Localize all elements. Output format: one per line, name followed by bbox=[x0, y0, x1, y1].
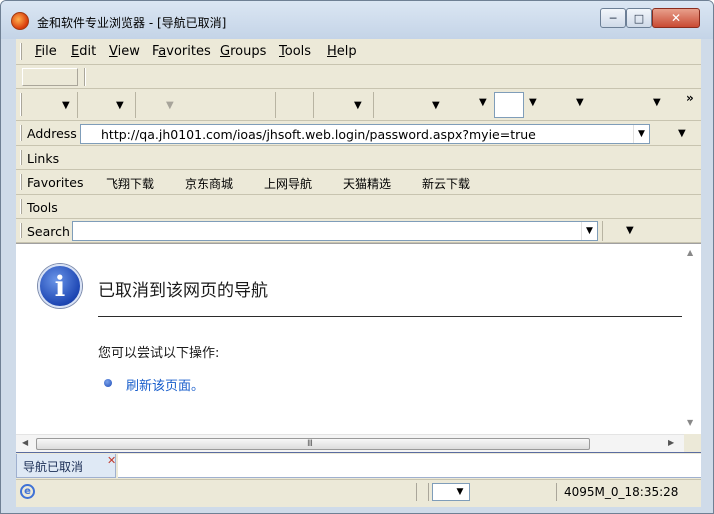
address-input[interactable]: http://qa.jh0101.com/ioas/jhsoft.web.log… bbox=[80, 124, 650, 144]
dropdown-arrow-icon: ▼ bbox=[432, 100, 440, 111]
address-url: http://qa.jh0101.com/ioas/jhsoft.web.log… bbox=[101, 127, 536, 142]
dropdown-arrow-icon: ▼ bbox=[166, 100, 174, 111]
toolbar-grip[interactable] bbox=[20, 223, 22, 238]
bullet-icon bbox=[104, 379, 112, 387]
menu-tools[interactable]: Tools bbox=[279, 44, 311, 59]
menu-file[interactable]: File bbox=[35, 44, 57, 59]
favorite-link-feixiang[interactable]: 飞翔下载 bbox=[106, 175, 154, 192]
toolbar-button-blank[interactable] bbox=[276, 92, 314, 118]
status-separator bbox=[428, 483, 429, 501]
address-history-dropdown-icon[interactable]: ▼ bbox=[633, 125, 649, 143]
minimize-button[interactable]: ─ bbox=[600, 8, 626, 28]
tab-navigation-cancelled[interactable]: 导航已取消 ✕ bbox=[16, 454, 116, 478]
status-bar: e ▼ 4095M_0_18:35:28 bbox=[16, 479, 701, 503]
toolbar-dropdown-3[interactable]: ▼ bbox=[136, 92, 276, 118]
favorites-bar: Favorites 飞翔下载 京东商城 上网导航 天猫精选 新云下载 bbox=[16, 170, 701, 195]
status-separator bbox=[416, 483, 417, 501]
dropdown-arrow-icon[interactable]: ▼ bbox=[653, 97, 661, 108]
dropdown-arrow-icon[interactable]: ▼ bbox=[479, 97, 487, 108]
page-content: i 已取消到该网页的导航 您可以尝试以下操作: 刷新该页面。 ▲ ▼ ◀ III… bbox=[16, 243, 701, 452]
search-bar: Search ▼ ▼ bbox=[16, 219, 701, 243]
refresh-page-link[interactable]: 刷新该页面。 bbox=[126, 375, 204, 394]
tab-bar: 导航已取消 ✕ bbox=[16, 452, 701, 478]
menu-view[interactable]: View bbox=[109, 44, 140, 59]
tab-label: 导航已取消 bbox=[23, 460, 84, 474]
favorites-label: Favorites bbox=[27, 175, 84, 190]
scroll-right-icon[interactable]: ▶ bbox=[668, 438, 674, 447]
toolbar-dropdown-5[interactable]: ▼ bbox=[374, 92, 446, 118]
close-button[interactable]: ✕ bbox=[652, 8, 700, 28]
dropdown-arrow-icon: ▼ bbox=[62, 100, 70, 111]
window-title: 金和软件专业浏览器 - [导航已取消] bbox=[37, 16, 227, 30]
search-engine-dropdown-icon[interactable]: ▼ bbox=[626, 225, 634, 236]
scroll-left-icon[interactable]: ◀ bbox=[22, 438, 28, 447]
menu-help[interactable]: Help bbox=[327, 44, 357, 59]
scroll-down-icon[interactable]: ▼ bbox=[687, 418, 693, 427]
browser-client: File Edit View Favorites Groups Tools He… bbox=[16, 39, 701, 507]
status-combo-dropdown-icon[interactable]: ▼ bbox=[452, 485, 468, 499]
vertical-scrollbar[interactable]: ▲ ▼ bbox=[684, 244, 701, 434]
page-subtitle: 您可以尝试以下操作: bbox=[98, 346, 220, 361]
links-label: Links bbox=[27, 151, 60, 166]
dropdown-arrow-icon: ▼ bbox=[354, 100, 362, 111]
status-zoom-combo[interactable]: ▼ bbox=[432, 483, 470, 501]
page-title: 已取消到该网页的导航 bbox=[98, 281, 268, 301]
favorite-link-nav[interactable]: 上网导航 bbox=[264, 175, 312, 192]
search-input[interactable]: ▼ bbox=[72, 221, 598, 241]
toolbar-grip[interactable] bbox=[20, 150, 22, 165]
menu-edit[interactable]: Edit bbox=[71, 44, 96, 59]
go-dropdown-icon[interactable]: ▼ bbox=[678, 128, 686, 139]
app-logo-icon bbox=[11, 12, 29, 30]
info-icon: i bbox=[38, 264, 82, 308]
address-label: Address bbox=[27, 126, 77, 141]
dropdown-arrow-icon: ▼ bbox=[116, 100, 124, 111]
tab-bar-empty bbox=[118, 454, 701, 478]
toolbar-dropdown-1[interactable]: ▼ bbox=[22, 92, 78, 118]
toolbar-grip[interactable] bbox=[20, 125, 22, 141]
search-separator bbox=[602, 221, 603, 241]
toolbar-overflow-chevron-icon[interactable]: » bbox=[686, 91, 694, 105]
title-divider bbox=[98, 316, 682, 317]
toolbar-grip[interactable] bbox=[20, 174, 22, 190]
menu-favorites[interactable]: Favorites bbox=[152, 44, 211, 59]
search-history-dropdown-icon[interactable]: ▼ bbox=[581, 222, 597, 240]
ie-page-icon: e bbox=[20, 484, 35, 499]
toolbar-grip[interactable] bbox=[20, 43, 22, 60]
maximize-button[interactable]: □ bbox=[626, 8, 652, 28]
favorite-link-jd[interactable]: 京东商城 bbox=[185, 175, 233, 192]
status-separator bbox=[556, 483, 557, 501]
menu-bar: File Edit View Favorites Groups Tools He… bbox=[16, 39, 701, 65]
links-bar: Links bbox=[16, 146, 701, 170]
favorite-link-tmall[interactable]: 天猫精选 bbox=[343, 175, 391, 192]
menu-groups[interactable]: Groups bbox=[220, 44, 266, 59]
horizontal-scrollbar[interactable]: ◀ III ▶ bbox=[16, 434, 684, 452]
standard-toolbar bbox=[16, 65, 701, 89]
search-label: Search bbox=[27, 224, 70, 239]
favorite-link-xinyun[interactable]: 新云下载 bbox=[422, 175, 470, 192]
scroll-up-icon[interactable]: ▲ bbox=[687, 248, 693, 257]
scroll-grip-icon: III bbox=[307, 439, 313, 449]
buttons-toolbar: ▼ ▼ ▼ ▼ ▼ ▼ ▼ ▼ ▼ » bbox=[16, 89, 701, 121]
tools-bar: Tools bbox=[16, 195, 701, 219]
toolbar-combo[interactable] bbox=[494, 92, 524, 118]
scrollbar-corner bbox=[684, 434, 701, 452]
toolbar-separator bbox=[84, 68, 86, 86]
tools-label: Tools bbox=[27, 200, 58, 215]
tab-close-icon[interactable]: ✕ bbox=[107, 454, 116, 467]
toolbar-grip[interactable] bbox=[20, 199, 22, 214]
address-bar: Address http://qa.jh0101.com/ioas/jhsoft… bbox=[16, 121, 701, 146]
toolbar-slot bbox=[22, 68, 78, 86]
browser-window: 金和软件专业浏览器 - [导航已取消] ─ □ ✕ File Edit View… bbox=[0, 0, 714, 514]
dropdown-arrow-icon[interactable]: ▼ bbox=[576, 97, 584, 108]
dropdown-arrow-icon[interactable]: ▼ bbox=[529, 97, 537, 108]
status-memory-time: 4095M_0_18:35:28 bbox=[564, 485, 679, 499]
toolbar-dropdown-4[interactable]: ▼ bbox=[314, 92, 374, 118]
toolbar-dropdown-2[interactable]: ▼ bbox=[78, 92, 136, 118]
title-bar[interactable]: 金和软件专业浏览器 - [导航已取消] ─ □ ✕ bbox=[1, 1, 713, 39]
horizontal-scroll-thumb[interactable]: III bbox=[36, 438, 590, 450]
